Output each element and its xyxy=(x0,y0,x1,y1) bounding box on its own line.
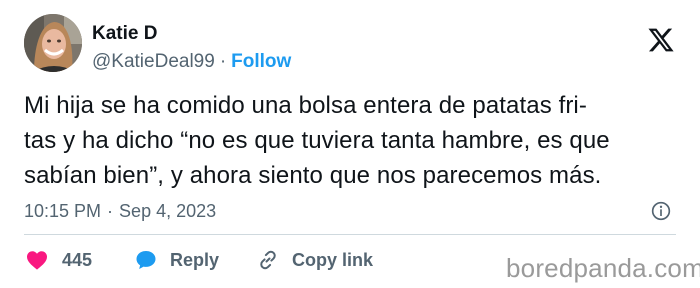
handle-separator: · xyxy=(219,51,227,72)
watermark: boredpanda.com xyxy=(506,253,700,283)
heart-icon xyxy=(27,251,47,270)
link-icon xyxy=(260,250,276,270)
copy-link-label: Copy link xyxy=(292,249,374,270)
info-icon[interactable] xyxy=(651,201,671,221)
tweet-date: Sep 4, 2023 xyxy=(119,201,217,221)
reply-label: Reply xyxy=(170,249,220,270)
author-handle-row: @KatieDeal99 · Follow xyxy=(92,50,291,74)
follow-button[interactable]: Follow xyxy=(231,51,291,72)
speech-bubble-icon xyxy=(136,251,156,269)
copy-link-button[interactable]: Copy link xyxy=(256,248,373,272)
avatar-photo xyxy=(24,14,82,72)
x-logo-icon[interactable] xyxy=(647,26,675,54)
tweet-timestamp[interactable]: 10:15 PM · Sep 4, 2023 xyxy=(24,199,216,223)
avatar[interactable] xyxy=(24,14,82,72)
author-handle[interactable]: @KatieDeal99 xyxy=(92,51,215,72)
like-button[interactable]: 445 xyxy=(24,248,134,272)
timestamp-separator: · xyxy=(107,201,114,221)
divider xyxy=(24,234,676,235)
author-name[interactable]: Katie D xyxy=(92,22,157,46)
tweet-card: Katie D @KatieDeal99 · Follow Mi hija se h… xyxy=(0,0,700,288)
tweet-actions: 445 Reply Copy link xyxy=(24,246,373,274)
tweet-text: Mi hija se ha comido una bolsa entera de… xyxy=(24,92,610,189)
tweet-time: 10:15 PM xyxy=(24,201,102,221)
reply-button[interactable]: Reply xyxy=(134,248,256,272)
like-count: 445 xyxy=(62,249,93,270)
